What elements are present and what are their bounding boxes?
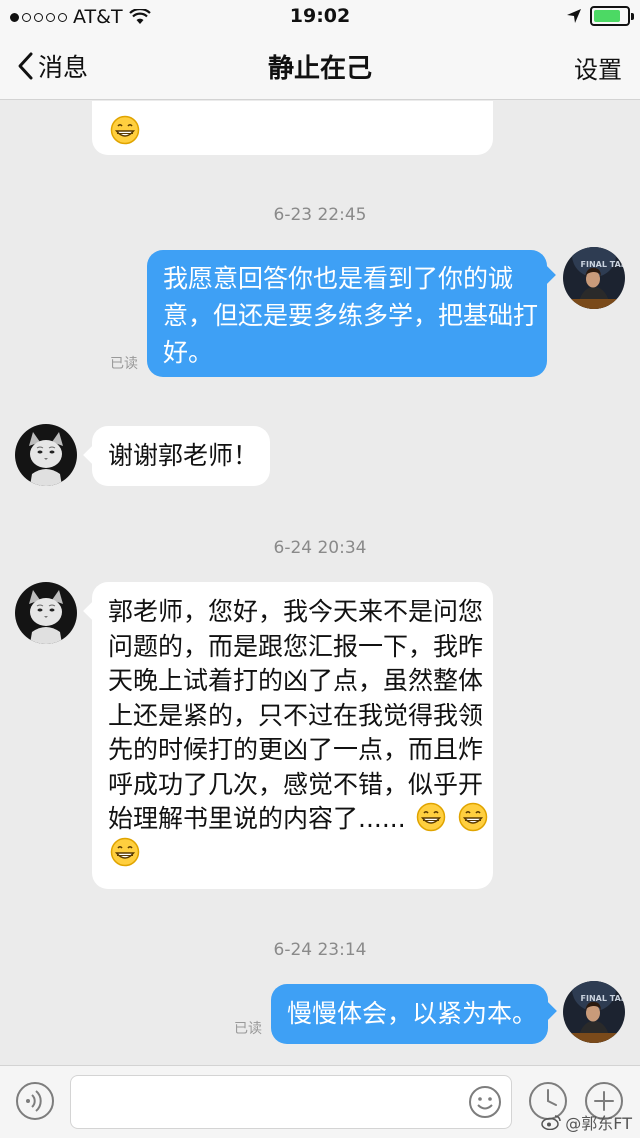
message-bubble-outgoing[interactable]: 慢慢体会，以紧为本。 <box>271 984 557 1044</box>
contact-avatar[interactable] <box>15 582 77 644</box>
voice-icon[interactable] <box>15 1081 55 1121</box>
grin-emoji-icon <box>110 115 140 145</box>
emoji-face-icon[interactable] <box>468 1085 502 1119</box>
grin-emoji-icon <box>416 802 445 832</box>
message-text: 谢谢郭老师！ <box>108 441 259 470</box>
message-text-line: 天晚上试着打的凶了点，虽然整体 <box>108 666 484 695</box>
message-bubble-partial[interactable] <box>92 101 493 155</box>
read-receipt: 已读 <box>110 356 138 372</box>
watermark-text: @郭东FT <box>565 1114 632 1133</box>
settings-button[interactable]: 设置 <box>574 50 622 85</box>
message-bubble-incoming[interactable]: 郭老师，您好，我今天来不是问您 问题的，而是跟您汇报一下，我昨 天晚上试着打的凶… <box>83 582 493 889</box>
message-bubble-incoming[interactable]: 谢谢郭老师！ <box>83 426 270 486</box>
message-bubble-outgoing[interactable]: 我愿意回答你也是看到了你的诚 意，但还是要多练多学，把基础打 好。 <box>147 250 556 377</box>
message-text-line: 意，但还是要多练多学，把基础打 <box>163 301 539 330</box>
self-avatar[interactable]: FINAL TABLE <box>563 981 625 1043</box>
final-table-badge: FINAL TABLE <box>581 260 625 269</box>
message-text-line: 郭老师，您好，我今天来不是问您 <box>108 597 484 626</box>
status-bar: AT&T 19:02 <box>0 0 640 34</box>
battery-icon <box>590 6 634 26</box>
weibo-watermark: @郭东FT <box>541 1110 632 1134</box>
message-text-line: 上还是紧的，只不过在我觉得我领 <box>108 700 484 730</box>
weibo-logo-icon <box>541 1115 562 1130</box>
message-input[interactable] <box>70 1075 512 1129</box>
message-text-line: 好。 <box>163 338 214 367</box>
message-text-line: 我愿意回答你也是看到了你的诚 <box>163 264 514 293</box>
message-text-line: 先的时候打的更凶了一点，而且炸 <box>108 735 484 764</box>
location-arrow-icon <box>567 9 581 23</box>
contact-avatar[interactable] <box>15 424 77 486</box>
final-table-badge: FINAL TABLE <box>581 994 625 1003</box>
message-text-line: 问题的，而是跟您汇报一下，我昨 <box>108 631 484 661</box>
message-list[interactable]: 6-23 22:45 已读 我愿意回答你也是看到了你的诚 意，但还是要多练多学，… <box>0 101 640 1065</box>
message-text-line: 始理解书里说的内容了...... <box>108 804 406 833</box>
nav-bar: 消息 静止在己 设置 <box>0 34 640 100</box>
grin-emoji-icon <box>458 802 487 832</box>
grin-emoji-icon <box>110 837 140 866</box>
message-text-line: 呼成功了几次，感觉不错，似乎开 <box>108 769 484 799</box>
page-title: 静止在己 <box>267 54 372 84</box>
timestamp: 6-24 20:34 <box>273 538 367 558</box>
clock: 19:02 <box>289 5 351 27</box>
timestamp: 6-24 23:14 <box>273 940 367 960</box>
timestamp: 6-23 22:45 <box>273 205 367 225</box>
self-avatar[interactable]: FINAL TABLE <box>563 247 625 309</box>
read-receipt: 已读 <box>234 1021 262 1037</box>
message-text: 慢慢体会，以紧为本。 <box>287 999 538 1028</box>
